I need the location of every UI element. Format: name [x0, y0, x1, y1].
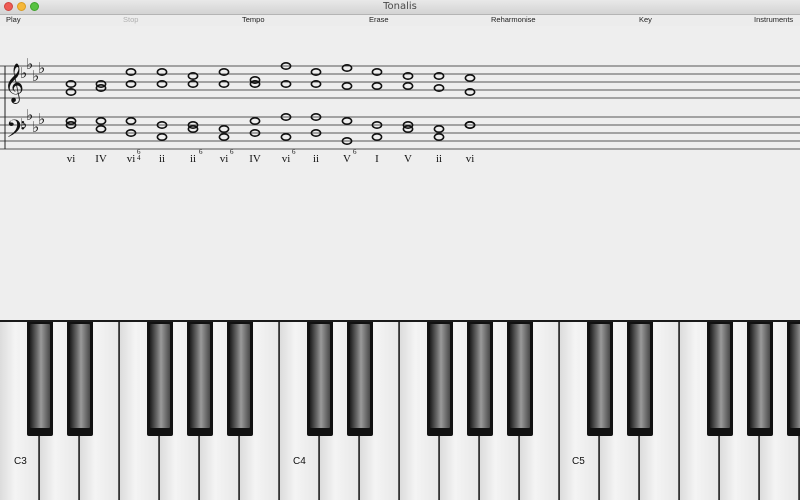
roman-numeral: IV — [95, 153, 107, 165]
black-key[interactable] — [67, 322, 93, 436]
key-button[interactable]: Key — [639, 15, 652, 24]
roman-numeral: ii — [313, 153, 319, 165]
black-key-face — [70, 324, 90, 428]
black-key-face — [710, 324, 730, 428]
roman-numeral: vi — [282, 153, 291, 165]
black-key[interactable] — [187, 322, 213, 436]
toolbar-menu: Play Stop Tempo Erase Reharmonise Key In… — [0, 15, 800, 25]
erase-button[interactable]: Erase — [369, 15, 389, 24]
whole-note[interactable] — [95, 125, 107, 134]
whole-note[interactable] — [125, 117, 137, 126]
whole-note[interactable] — [433, 125, 445, 134]
inversion-figure: 4 — [137, 154, 141, 162]
roman-numeral: vi — [67, 153, 76, 165]
black-key-face — [430, 324, 450, 428]
black-key-face — [510, 324, 530, 428]
stop-button[interactable]: Stop — [123, 15, 138, 24]
whole-note[interactable] — [95, 117, 107, 126]
tempo-button[interactable]: Tempo — [242, 15, 265, 24]
whole-note[interactable] — [341, 117, 353, 126]
black-key-face — [230, 324, 250, 428]
black-key[interactable] — [427, 322, 453, 436]
black-key-face — [590, 324, 610, 428]
roman-numeral: ii — [190, 153, 196, 165]
black-key[interactable] — [347, 322, 373, 436]
black-key[interactable] — [227, 322, 253, 436]
black-key-face — [30, 324, 50, 428]
black-key-face — [310, 324, 330, 428]
inversion-figure: 6 — [353, 148, 357, 156]
roman-numeral: vi — [220, 153, 229, 165]
roman-numeral: V — [343, 153, 351, 165]
svg-text:♭: ♭ — [38, 110, 45, 128]
treble-staff-lines — [0, 65, 800, 99]
whole-note[interactable] — [218, 133, 230, 142]
play-button[interactable]: Play — [6, 15, 21, 24]
roman-numeral: I — [375, 153, 379, 165]
black-key[interactable] — [747, 322, 773, 436]
roman-numeral: vi — [466, 153, 475, 165]
window-title: Tonalis — [383, 1, 417, 12]
black-key-face — [190, 324, 210, 428]
score-area[interactable]: 𝄞 𝄢 ♭ ♭ ♭ ♭ ♭ ♭ ♭ ♭ vi IV vi 6 4 ii ii 6 vi 6 IV vi… — [0, 26, 800, 320]
black-key-face — [630, 324, 650, 428]
black-key-face — [750, 324, 770, 428]
whole-note[interactable] — [280, 133, 292, 142]
whole-note[interactable] — [371, 133, 383, 142]
black-key[interactable] — [787, 322, 800, 436]
whole-note[interactable] — [371, 81, 383, 90]
black-key-face — [470, 324, 490, 428]
roman-numeral: ii — [159, 153, 165, 165]
key-label-c5: C5 — [572, 456, 585, 467]
instruments-button[interactable]: Instruments — [754, 15, 793, 24]
black-key[interactable] — [707, 322, 733, 436]
roman-numeral: V — [404, 153, 412, 165]
roman-numeral: vi — [127, 153, 136, 165]
roman-numerals: vi IV vi64 ii ii6vi6IV vi6ii V6I Vii vi — [67, 148, 475, 165]
whole-note[interactable] — [464, 73, 476, 82]
black-key[interactable] — [627, 322, 653, 436]
whole-note[interactable] — [433, 133, 445, 142]
black-key-face — [350, 324, 370, 428]
inversion-figure: 6 — [230, 148, 234, 156]
piano-keyboard[interactable]: C3 C4 C5 — [0, 320, 800, 500]
black-key[interactable] — [507, 322, 533, 436]
chord-notes[interactable] — [65, 61, 476, 146]
whole-note[interactable] — [341, 81, 353, 90]
whole-note[interactable] — [156, 133, 168, 142]
black-key-face — [790, 324, 800, 428]
roman-numeral: ii — [436, 153, 442, 165]
inversion-figure: 6 — [292, 148, 296, 156]
reharmonise-button[interactable]: Reharmonise — [491, 15, 536, 24]
key-label-c4: C4 — [293, 456, 306, 467]
score-staff[interactable]: 𝄞 𝄢 ♭ ♭ ♭ ♭ ♭ ♭ ♭ ♭ vi IV vi64 ii ii6vi6IV vi… — [0, 26, 800, 320]
black-key[interactable] — [27, 322, 53, 436]
svg-text:♭: ♭ — [38, 59, 45, 77]
black-key-face — [150, 324, 170, 428]
key-label-c3: C3 — [14, 456, 27, 467]
black-key[interactable] — [147, 322, 173, 436]
whole-note[interactable] — [249, 117, 261, 126]
roman-numeral: IV — [249, 153, 261, 165]
whole-note[interactable] — [218, 125, 230, 134]
black-key[interactable] — [307, 322, 333, 436]
black-key[interactable] — [587, 322, 613, 436]
black-key[interactable] — [467, 322, 493, 436]
whole-note[interactable] — [402, 81, 414, 90]
inversion-figure: 6 — [199, 148, 203, 156]
bass-staff-lines — [0, 116, 800, 150]
title-bar: Tonalis — [0, 0, 800, 15]
